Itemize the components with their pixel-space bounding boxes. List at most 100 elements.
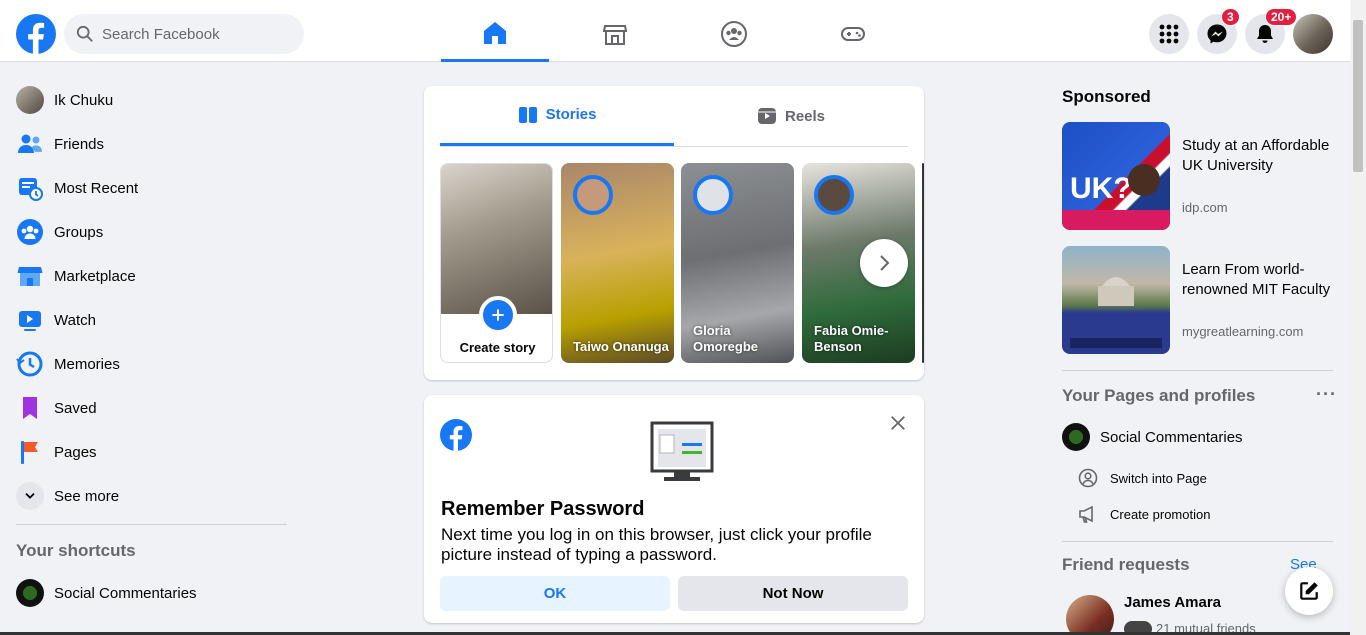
megaphone-icon bbox=[1079, 505, 1093, 523]
ad-title: Study at an Affordable UK University bbox=[1182, 137, 1330, 174]
tab-groups[interactable] bbox=[680, 6, 788, 62]
switch-into-page-button[interactable]: Switch into Page bbox=[1078, 468, 1207, 488]
avatar[interactable] bbox=[1066, 595, 1114, 635]
promo-label: Create promotion bbox=[1110, 506, 1211, 522]
more-options-button[interactable]: ··· bbox=[1316, 384, 1337, 405]
facebook-logo-icon bbox=[440, 419, 472, 451]
switch-label: Switch into Page bbox=[1110, 470, 1207, 486]
search-input[interactable] bbox=[102, 25, 292, 43]
profile-name: Ik Chuku bbox=[54, 91, 114, 109]
new-message-button[interactable] bbox=[1285, 567, 1333, 615]
sidebar-item-marketplace[interactable]: Marketplace bbox=[8, 254, 298, 298]
story-author: Gloria Omoregbe bbox=[693, 323, 759, 354]
request-name[interactable]: James Amara bbox=[1124, 594, 1221, 611]
shortcut-label: Social Commentaries bbox=[54, 584, 197, 602]
remember-password-title: Remember Password bbox=[441, 498, 645, 520]
ad-image: UK? bbox=[1062, 122, 1170, 230]
ad-domain: idp.com bbox=[1182, 200, 1228, 215]
ad-title: Learn From world-renowned MIT Faculty bbox=[1182, 261, 1331, 298]
remember-password-text: Next time you log in on this browser, ju… bbox=[441, 525, 872, 564]
groups-icon bbox=[721, 21, 747, 47]
sponsored-title: Sponsored bbox=[1062, 87, 1151, 106]
sidebar-item-saved[interactable]: Saved bbox=[8, 386, 298, 430]
ok-button[interactable]: OK bbox=[440, 576, 670, 611]
groups-icon bbox=[17, 219, 43, 245]
create-story-card[interactable]: Create story bbox=[440, 163, 553, 363]
see-more-button[interactable]: See more bbox=[8, 474, 298, 518]
sponsored-ad[interactable]: Learn From world-renowned MIT Faculty my… bbox=[1062, 246, 1334, 354]
sidebar-item-label: Groups bbox=[54, 223, 104, 241]
page-item[interactable]: Social Commentaries bbox=[1062, 423, 1243, 451]
sidebar-item-profile[interactable]: Ik Chuku bbox=[8, 78, 298, 122]
stories-divider bbox=[440, 146, 908, 147]
tab-home[interactable] bbox=[441, 6, 549, 62]
shortcut-item[interactable]: Social Commentaries bbox=[8, 571, 298, 615]
sidebar-item-pages[interactable]: Pages bbox=[8, 430, 298, 474]
search-box[interactable] bbox=[64, 14, 304, 54]
avatar bbox=[814, 175, 854, 215]
messenger-badge: 3 bbox=[1221, 8, 1240, 26]
sidebar-item-most-recent[interactable]: Most Recent bbox=[8, 166, 298, 210]
story-card[interactable]: Gloria Omoregbe bbox=[681, 163, 794, 363]
sidebar-item-memories[interactable]: Memories bbox=[8, 342, 298, 386]
search-icon bbox=[76, 25, 93, 42]
close-icon bbox=[891, 416, 905, 430]
avatar bbox=[693, 175, 733, 215]
sidebar-item-label: Marketplace bbox=[54, 267, 136, 285]
sidebar-item-groups[interactable]: Groups bbox=[8, 210, 298, 254]
grid-menu-icon bbox=[1159, 24, 1179, 44]
story-card[interactable]: Taiwo Onanuga bbox=[561, 163, 674, 363]
sidebar-item-label: Most Recent bbox=[54, 179, 139, 197]
gaming-icon bbox=[841, 27, 865, 41]
messenger-button[interactable]: 3 bbox=[1197, 8, 1240, 54]
see-more-label: See more bbox=[54, 487, 120, 505]
friend-requests-title: Friend requests bbox=[1062, 555, 1190, 574]
page-scrollbar[interactable] bbox=[1350, 0, 1366, 635]
story-photo bbox=[441, 164, 552, 314]
story-author: Fabia Omie-Benson bbox=[814, 323, 889, 354]
chevron-right-icon bbox=[880, 255, 890, 271]
reels-icon bbox=[757, 108, 776, 124]
page-name: Social Commentaries bbox=[1100, 428, 1243, 446]
right-divider bbox=[1062, 541, 1333, 542]
stories-next-button[interactable] bbox=[860, 239, 908, 287]
menu-button[interactable] bbox=[1149, 14, 1189, 54]
tab-marketplace[interactable] bbox=[561, 6, 669, 62]
facebook-logo-icon[interactable] bbox=[16, 14, 56, 54]
story-card-edge bbox=[922, 163, 924, 363]
shortcuts-title: Your shortcuts bbox=[16, 541, 136, 560]
tab-stories[interactable]: Stories bbox=[440, 86, 674, 146]
remember-password-card: Remember Password Next time you log in o… bbox=[424, 395, 924, 623]
sidebar-item-friends[interactable]: Friends bbox=[8, 122, 298, 166]
pages-icon bbox=[21, 441, 38, 464]
memories-icon bbox=[16, 351, 43, 377]
pages-title: Your Pages and profiles bbox=[1062, 386, 1256, 405]
compose-icon bbox=[1300, 582, 1318, 600]
left-sidebar: Ik Chuku Friends Most Recent Groups Mark… bbox=[8, 78, 298, 615]
page-avatar bbox=[16, 579, 44, 607]
account-avatar[interactable] bbox=[1293, 14, 1333, 54]
most-recent-icon bbox=[19, 178, 43, 201]
close-button[interactable] bbox=[884, 409, 912, 437]
sidebar-item-label: Memories bbox=[54, 355, 120, 373]
tab-label: Reels bbox=[784, 107, 826, 125]
marketplace-icon bbox=[17, 267, 43, 286]
sidebar-item-watch[interactable]: Watch bbox=[8, 298, 298, 342]
home-icon bbox=[484, 21, 506, 44]
not-now-button[interactable]: Not Now bbox=[678, 576, 908, 611]
sponsored-ad[interactable]: UK? Study at an Affordable UK University… bbox=[1062, 122, 1334, 230]
sidebar-item-label: Saved bbox=[54, 399, 97, 417]
tab-reels[interactable]: Reels bbox=[674, 86, 908, 146]
top-navbar: 3 20+ bbox=[0, 6, 1350, 62]
tab-label: Stories bbox=[545, 106, 597, 123]
saved-icon bbox=[23, 397, 37, 419]
sidebar-item-label: Watch bbox=[54, 311, 96, 329]
scrollbar-thumb[interactable] bbox=[1353, 20, 1363, 172]
sidebar-divider bbox=[16, 524, 287, 525]
ad-image bbox=[1062, 246, 1170, 354]
notifications-button[interactable]: 20+ bbox=[1245, 8, 1298, 54]
tab-gaming[interactable] bbox=[799, 6, 907, 62]
avatar bbox=[16, 86, 44, 114]
chevron-down-icon bbox=[16, 482, 44, 510]
create-promotion-button[interactable]: Create promotion bbox=[1078, 504, 1210, 524]
